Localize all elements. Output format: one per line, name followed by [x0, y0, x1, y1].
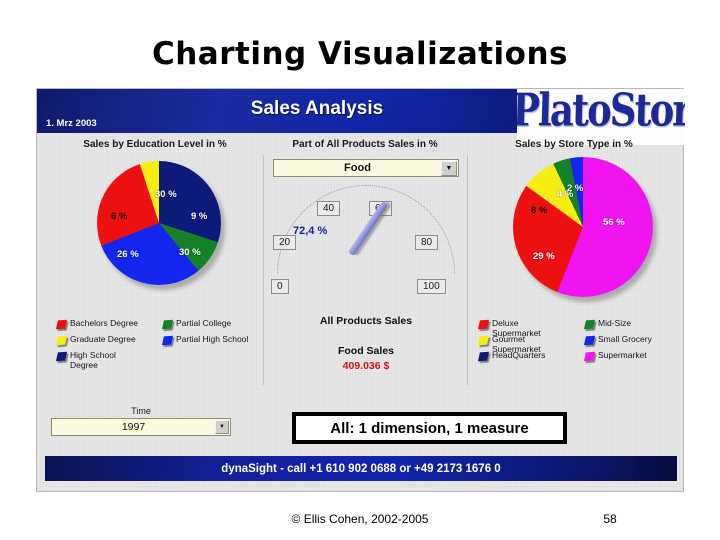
product-select[interactable]: Food ▼	[273, 159, 459, 177]
legend-item[interactable]: Supermarket	[583, 350, 685, 367]
gauge-tick-100: 100	[417, 279, 446, 294]
legend-item[interactable]: Partial High School	[161, 334, 263, 351]
pie-slice-label-bachelors: 26 %	[117, 249, 139, 260]
gauge-tick-20: 20	[273, 235, 297, 250]
legend-label: Graduate Degree	[70, 334, 136, 344]
legend-item[interactable]: Partial College	[161, 318, 263, 335]
education-pie-panel: 30 % 9 % 30 % 26 % 6 % Bachelors Degree …	[49, 155, 264, 385]
legend-swatch-icon	[583, 335, 596, 346]
time-select[interactable]: 1997 ▼	[51, 418, 231, 436]
status-bar: dynaSight - call +1 610 902 0688 or +49 …	[45, 456, 677, 481]
gauge-tick-40: 40	[317, 201, 341, 216]
product-gauge-panel: Food ▼ 0 20 40 60 80 100 72,4 % All Prod…	[265, 155, 468, 385]
pie-slice-label-supermarket: 56 %	[603, 217, 625, 228]
legend-label: Bachelors Degree	[70, 318, 139, 328]
gauge-value-label: 72,4 %	[293, 225, 328, 237]
legend-item[interactable]: Graduate Degree	[55, 334, 157, 351]
gauge-tick-0: 0	[271, 279, 289, 294]
pie-slice-label-gourmet: 8 %	[531, 205, 548, 216]
legend-swatch-icon	[161, 319, 174, 330]
food-sales-label: Food Sales	[337, 345, 394, 357]
time-filter: Time 1997 ▼	[51, 406, 231, 436]
column-heading-education: Sales by Education Level in %	[83, 139, 227, 150]
report-title: Sales Analysis	[250, 98, 384, 119]
chevron-down-icon[interactable]: ▼	[215, 420, 229, 434]
education-pie-chart[interactable]	[97, 161, 221, 285]
annotation-callout: All: 1 dimension, 1 measure	[292, 412, 567, 444]
legend-item[interactable]: High School Degree	[55, 350, 157, 370]
legend-item[interactable]: Gourmet Supermarket	[477, 334, 579, 353]
legend-item[interactable]: HeadQuarters	[477, 350, 579, 367]
legend-swatch-icon	[477, 351, 490, 362]
pie-slice-label-deluxe: 29 %	[533, 251, 555, 262]
time-select-value: 1997	[121, 421, 146, 433]
all-products-sales-label: All Products Sales	[319, 315, 413, 327]
pie-slice-label-highschool: 30 %	[155, 189, 177, 200]
legend-item[interactable]: Small Grocery	[583, 334, 685, 351]
legend-swatch-icon	[583, 351, 596, 362]
storetype-pie-wrap: 56 % 29 % 8 % 4 % 2 %	[471, 155, 677, 313]
legend-swatch-icon	[161, 335, 174, 346]
column-heading-storetype: Sales by Store Type in %	[515, 139, 633, 150]
legend-item[interactable]: Bachelors Degree	[55, 318, 157, 335]
annotation-text: All: 1 dimension, 1 measure	[330, 419, 529, 437]
legend-item[interactable]: Deluxe Supermarket	[477, 318, 579, 337]
storetype-pie-panel: 56 % 29 % 8 % 4 % 2 % Deluxe Supermarket…	[471, 155, 677, 385]
legend-swatch-icon	[55, 319, 68, 330]
legend-label: Supermarket	[598, 350, 647, 360]
food-sales-value: 409.036 $	[342, 360, 390, 372]
legend-label: Partial College	[176, 318, 232, 328]
product-share-gauge: 0 20 40 60 80 100 72,4 %	[265, 179, 467, 303]
legend-swatch-icon	[477, 335, 490, 346]
legend-swatch-icon	[55, 351, 68, 362]
gauge-tick-80: 80	[415, 235, 439, 250]
slide-page-number: 58	[603, 512, 617, 526]
page-title: Charting Visualizations	[151, 36, 568, 72]
legend-swatch-icon	[583, 319, 596, 330]
report-title-bar: 1. Mrz 2003 Sales Analysis PlatoStores	[37, 89, 685, 145]
pie-slice-label-smallgrocery: 2 %	[567, 183, 584, 194]
pie-slice-label-partialhighschool: 30 %	[179, 247, 201, 258]
pie-slice-label-partialcollege: 9 %	[191, 211, 208, 222]
storetype-legend: Deluxe Supermarket Gourmet Supermarket H…	[477, 318, 685, 367]
storetype-pie-chart[interactable]	[513, 157, 653, 297]
education-legend: Bachelors Degree Graduate Degree High Sc…	[55, 318, 263, 370]
status-bar-text: dynaSight - call +1 610 902 0688 or +49 …	[221, 462, 501, 475]
chevron-down-icon[interactable]: ▼	[441, 160, 457, 176]
platostores-logo: PlatoStores	[517, 89, 685, 145]
platostores-logo-text: PlatoStores	[517, 89, 685, 137]
column-heading-products: Part of All Products Sales in %	[292, 139, 438, 150]
time-filter-label: Time	[131, 406, 151, 416]
legend-swatch-icon	[55, 335, 68, 346]
legend-swatch-icon	[477, 319, 490, 330]
legend-label: Mid-Size	[598, 318, 632, 328]
pie-slice-label-graduate: 6 %	[111, 211, 128, 222]
legend-label: Partial High School	[176, 334, 249, 344]
legend-label: Small Grocery	[598, 334, 652, 344]
product-select-value: Food	[344, 162, 371, 174]
center-panel-labels: All Products Sales Food Sales 409.036 $	[265, 315, 467, 372]
education-pie-wrap: 30 % 9 % 30 % 26 % 6 %	[49, 155, 263, 313]
legend-label: High School Degree	[70, 350, 116, 370]
legend-label: HeadQuarters	[492, 350, 546, 360]
legend-item[interactable]: Mid-Size	[583, 318, 685, 335]
